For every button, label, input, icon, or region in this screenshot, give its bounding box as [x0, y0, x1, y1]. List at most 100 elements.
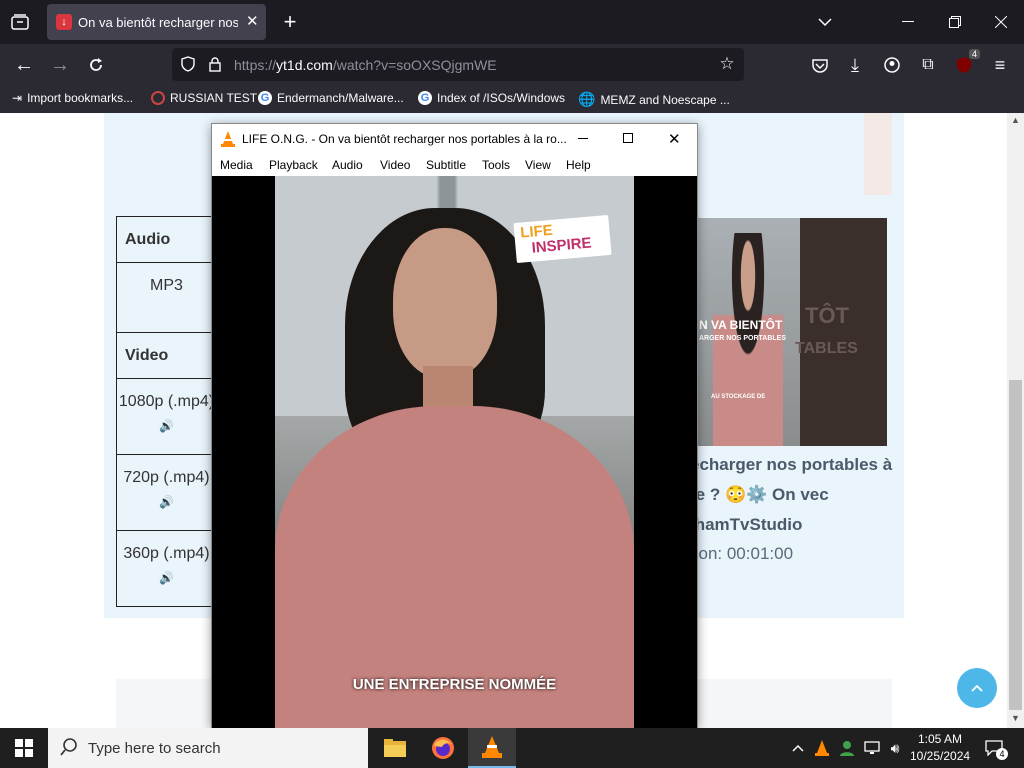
bookmark-star-icon[interactable]: ☆ [717, 54, 737, 74]
taskbar-search-box[interactable]: Type here to search [48, 728, 368, 768]
headset-icon [151, 91, 165, 105]
format-label: 720p (.mp4) [123, 469, 210, 486]
scroll-up-arrow-icon[interactable]: ▲ [1011, 115, 1020, 125]
speaker-icon: 🔊 [159, 495, 174, 509]
forward-arrow-icon[interactable]: → [48, 53, 72, 77]
bookmark-label: Import bookmarks... [27, 91, 134, 105]
account-icon[interactable] [880, 53, 904, 77]
format-row[interactable]: 360p (.mp4) 🔊 [116, 530, 217, 607]
minimize-icon[interactable] [896, 10, 920, 34]
notification-count: 4 [996, 748, 1008, 760]
maximize-icon[interactable] [623, 133, 633, 143]
url-text[interactable]: https://yt1d.com/watch?v=soOXSQjgmWE [234, 57, 497, 73]
thumbnail-text-1: N VA BIENTÔT [699, 318, 783, 332]
video-duration: tion: 00:01:00 [690, 544, 794, 563]
new-tab-icon[interactable]: + [278, 9, 302, 34]
bookmark-russian-test[interactable]: RUSSIAN TEST [151, 91, 257, 105]
video-caption: UNE ENTREPRISE NOMMÉE [352, 676, 557, 693]
format-label: 360p (.mp4) [123, 545, 210, 562]
menu-audio[interactable]: Audio [332, 158, 363, 172]
bookmarks-toolbar: ⇥ Import bookmarks... RUSSIAN TEST G End… [0, 86, 1024, 113]
hamburger-menu-icon[interactable]: ≡ [988, 53, 1012, 77]
pocket-icon[interactable] [808, 53, 832, 77]
chevron-down-icon[interactable] [813, 10, 837, 34]
bookmark-endermanch[interactable]: G Endermanch/Malware... [258, 91, 404, 105]
tab-title: On va bientôt recharger nos po [78, 15, 238, 30]
system-clock[interactable]: 1:05 AM 10/25/2024 [910, 731, 970, 765]
tab-strip: ↓ On va bientôt recharger nos po ✕ + [0, 0, 1024, 44]
chevron-up-icon[interactable] [789, 738, 807, 758]
format-label: MP3 [150, 277, 183, 294]
volume-icon[interactable]: 🔊︎ [885, 738, 905, 758]
scroll-down-arrow-icon[interactable]: ▼ [1011, 713, 1020, 723]
bookmark-label: Endermanch/Malware... [277, 91, 404, 105]
vlc-cone-icon [221, 131, 235, 150]
shield-icon[interactable] [178, 54, 198, 74]
import-icon: ⇥ [12, 91, 23, 105]
tab-close-icon[interactable]: ✕ [246, 12, 259, 30]
vlc-window[interactable]: LIFE O.N.G. - On va bientôt recharger no… [211, 123, 698, 729]
vlc-tray-icon[interactable] [813, 738, 831, 758]
tab-list-icon[interactable] [8, 11, 32, 33]
ublock-icon[interactable]: 4 [952, 49, 980, 77]
lock-icon[interactable] [205, 54, 225, 74]
close-window-icon[interactable] [989, 10, 1013, 34]
scroll-to-top-button[interactable] [957, 668, 997, 708]
back-arrow-icon[interactable]: ← [12, 53, 36, 77]
firefox-icon[interactable] [419, 728, 467, 768]
menu-media[interactable]: Media [220, 158, 253, 172]
minimize-icon[interactable] [578, 138, 588, 139]
speaker-icon: 🔊 [159, 571, 174, 585]
menu-playback[interactable]: Playback [269, 158, 318, 172]
person-face [393, 228, 497, 378]
bookmark-import[interactable]: ⇥ Import bookmarks... [12, 91, 133, 105]
scrollbar-thumb[interactable] [1009, 380, 1022, 710]
chevron-up-icon [971, 684, 983, 692]
menu-tools[interactable]: Tools [482, 158, 510, 172]
vlc-title-bar[interactable]: LIFE O.N.G. - On va bientôt recharger no… [212, 124, 697, 154]
extensions-icon[interactable]: ⧉ [916, 53, 940, 77]
network-icon[interactable] [862, 738, 882, 758]
windows-start-icon[interactable] [0, 728, 48, 768]
notification-icon[interactable]: 4 [980, 736, 1008, 760]
thumbnail-text-3: AU STOCKAGE DE [711, 394, 766, 400]
menu-help[interactable]: Help [566, 158, 591, 172]
life-inspire-logo: LIFE INSPIRE [513, 214, 612, 264]
bookmark-label: Index of /ISOs/Windows [437, 91, 566, 105]
bookmark-index-isos[interactable]: G Index of /ISOs/Windows [418, 91, 565, 105]
restore-icon[interactable] [943, 10, 967, 34]
extension-badge: 4 [968, 49, 980, 59]
vlc-title-text: LIFE O.N.G. - On va bientôt recharger no… [242, 132, 567, 146]
bookmark-label: RUSSIAN TEST [170, 91, 258, 105]
format-table: Audio MP3 Video 1080p (.mp4) 🔊 720p (.mp4… [116, 216, 217, 607]
menu-video[interactable]: Video [380, 158, 410, 172]
clock-time: 1:05 AM [917, 732, 963, 746]
thumbnail-text-2: ARGER NOS PORTABLES [699, 335, 786, 342]
network-user-icon[interactable] [837, 738, 857, 758]
tab-active[interactable]: ↓ On va bientôt recharger nos po ✕ [47, 4, 266, 40]
video-thumbnail[interactable]: TÔT TABLES N VA BIENTÔT ARGER NOS PORTAB… [695, 218, 887, 446]
reload-icon[interactable] [84, 53, 108, 77]
format-row[interactable]: 1080p (.mp4) 🔊 [116, 378, 217, 455]
menu-subtitle[interactable]: Subtitle [426, 158, 466, 172]
url-bar[interactable]: https://yt1d.com/watch?v=soOXSQjgmWE ☆ [172, 48, 744, 81]
search-placeholder: Type here to search [88, 740, 221, 757]
format-row[interactable]: MP3 [116, 262, 217, 333]
file-explorer-icon[interactable] [371, 728, 419, 768]
card-inner-accent [864, 113, 892, 195]
vlc-video-area[interactable]: LIFE INSPIRE UNE ENTREPRISE NOMMÉE [212, 176, 697, 729]
url-prefix: https:// [234, 57, 277, 73]
download-favicon-icon: ↓ [56, 14, 72, 30]
close-icon[interactable]: ✕ [668, 130, 681, 148]
thumbnail-text-bg-2: TABLES [795, 340, 858, 357]
logo-line: INSPIRE [530, 234, 593, 257]
bookmark-label: MEMZ and Noescape ... [600, 92, 730, 107]
video-title-line: te ? 😳⚙️ On vec [690, 485, 829, 504]
audio-header: Audio [116, 216, 217, 263]
vlc-taskbar-icon[interactable] [468, 728, 516, 768]
downloads-icon[interactable]: ⤓ [843, 53, 867, 77]
menu-view[interactable]: View [525, 158, 551, 172]
vlc-menu-bar: Media Playback Audio Video Subtitle Tool… [212, 154, 697, 176]
format-row[interactable]: 720p (.mp4) 🔊 [116, 454, 217, 531]
bookmark-memz[interactable]: 🌐 MEMZ and Noescape ... [578, 91, 730, 108]
